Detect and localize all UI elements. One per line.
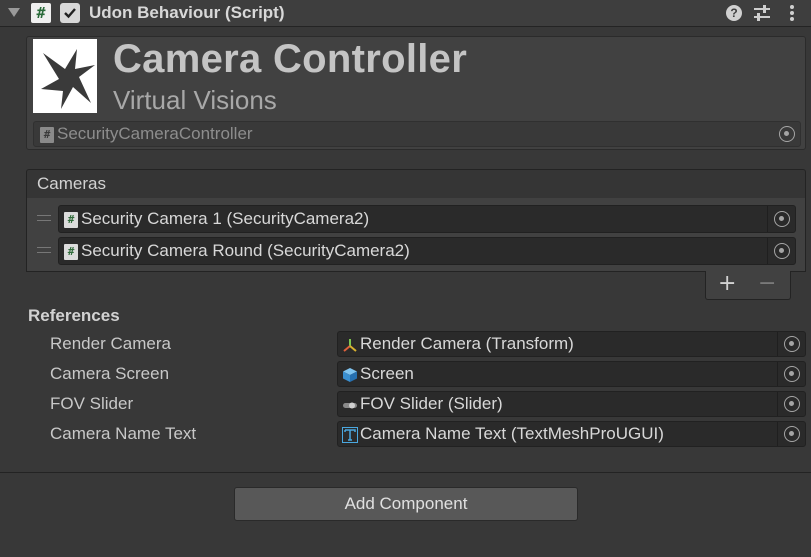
object-picker-icon: [784, 336, 800, 352]
object-picker-button[interactable]: [767, 206, 795, 232]
object-picker-icon: [774, 243, 790, 259]
divider: [0, 472, 811, 473]
object-picker-icon: [784, 396, 800, 412]
transform-icon: [343, 339, 357, 352]
add-component-button[interactable]: Add Component: [234, 487, 578, 521]
object-picker-icon: [774, 211, 790, 227]
virtual-visions-logo: [33, 39, 97, 113]
drag-handle-icon[interactable]: [37, 247, 51, 253]
list-item[interactable]: # Security Camera Round (SecurityCamera2…: [58, 237, 796, 265]
cameras-list: # Security Camera 1 (SecurityCamera2) # …: [26, 198, 806, 272]
fov-slider-label: FOV Slider: [50, 394, 134, 413]
drag-handle-icon[interactable]: [37, 215, 51, 221]
cameras-list-header: Cameras: [26, 169, 806, 199]
script-icon: #: [31, 3, 51, 23]
script-field-value: SecurityCameraController: [57, 124, 253, 143]
list-item-value: Security Camera 1 (SecurityCamera2): [81, 209, 370, 228]
script-field: # SecurityCameraController: [33, 121, 801, 147]
script-icon: #: [64, 212, 78, 228]
camera-screen-label: Camera Screen: [50, 364, 170, 383]
list-item[interactable]: # Security Camera 1 (SecurityCamera2): [58, 205, 796, 233]
camera-screen-field[interactable]: Screen: [337, 361, 806, 387]
slider-icon: [343, 402, 357, 409]
object-picker-button[interactable]: [777, 332, 805, 356]
foldout-arrow-icon[interactable]: [8, 8, 20, 17]
help-icon[interactable]: ?: [724, 3, 744, 23]
object-picker-button[interactable]: [777, 362, 805, 386]
component-title: Udon Behaviour (Script): [89, 3, 285, 22]
gameobject-cube-icon: [343, 368, 357, 382]
fov-slider-value: FOV Slider (Slider): [360, 394, 503, 413]
component-header: # Udon Behaviour (Script) ?: [0, 0, 811, 27]
object-picker-button[interactable]: [767, 238, 795, 264]
camera-name-text-value: Camera Name Text (TextMeshProUGUI): [360, 424, 664, 443]
render-camera-label: Render Camera: [50, 334, 171, 353]
fov-slider-field[interactable]: FOV Slider (Slider): [337, 391, 806, 417]
object-picker-button[interactable]: [777, 392, 805, 416]
object-picker-icon: [779, 126, 795, 142]
add-element-button[interactable]: +: [718, 271, 736, 296]
render-camera-value: Render Camera (Transform): [360, 334, 574, 353]
camera-screen-value: Screen: [360, 364, 414, 383]
list-item-value: Security Camera Round (SecurityCamera2): [81, 241, 410, 260]
references-header: References: [28, 306, 120, 325]
script-icon: #: [40, 127, 54, 143]
presets-icon[interactable]: [752, 3, 772, 23]
banner-title: Camera Controller: [113, 37, 468, 81]
script-icon: #: [64, 244, 78, 260]
banner-subtitle: Virtual Visions: [113, 85, 277, 115]
remove-element-button[interactable]: −: [758, 271, 776, 296]
textmeshpro-icon: [342, 427, 358, 443]
object-picker-icon: [784, 426, 800, 442]
object-picker-button[interactable]: [777, 422, 805, 446]
enable-checkbox[interactable]: [60, 3, 80, 23]
render-camera-field[interactable]: Render Camera (Transform): [337, 331, 806, 357]
camera-name-text-label: Camera Name Text: [50, 424, 197, 443]
object-picker-icon: [784, 366, 800, 382]
cameras-list-title: Cameras: [37, 174, 106, 193]
list-footer: + −: [705, 271, 791, 300]
camera-name-text-field[interactable]: Camera Name Text (TextMeshProUGUI): [337, 421, 806, 447]
checkmark-icon: [64, 8, 76, 19]
kebab-menu-icon[interactable]: [782, 3, 802, 23]
camera-controller-banner: Camera Controller Virtual Visions # Secu…: [26, 36, 806, 150]
